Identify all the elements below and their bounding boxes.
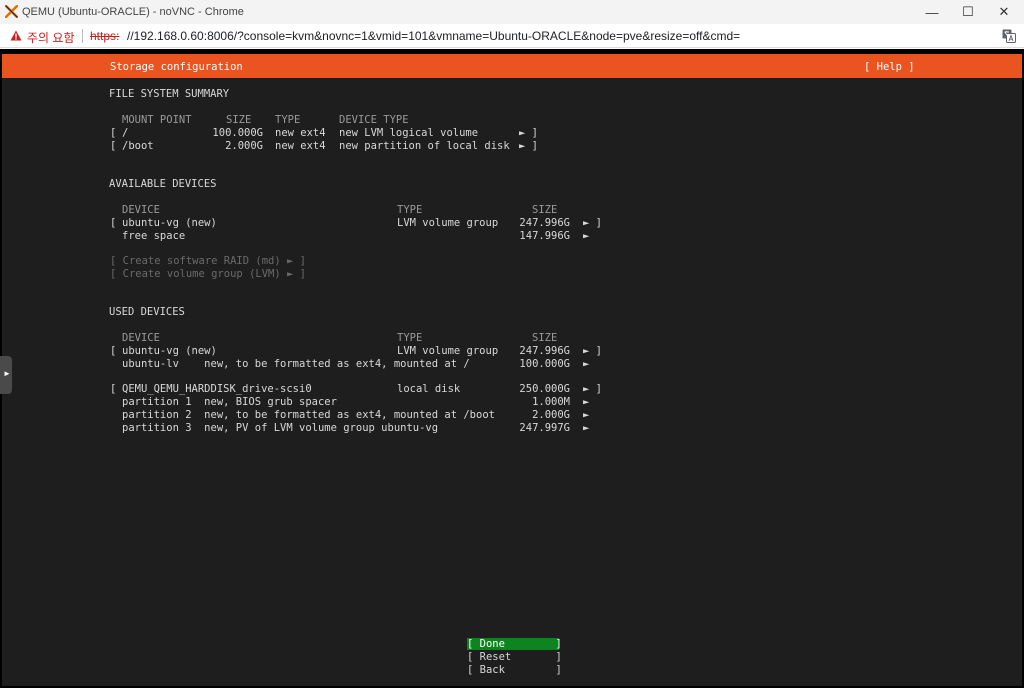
device-name: free space [122,230,186,242]
proxmox-logo-icon [5,5,18,18]
done-button[interactable]: [ Done ] [467,638,562,650]
row-arrow-icon[interactable]: ► ] [519,140,538,152]
close-button[interactable]: ✕ [986,0,1022,24]
row-arrow-icon[interactable]: ► ] [583,345,602,357]
size-value: 100.000G [519,358,570,370]
device-name: partition 2 new, to be formatted as ext4… [122,409,495,421]
device-type: new LVM logical volume [339,127,479,139]
minimize-button[interactable]: — [914,0,950,24]
page-title: Storage configuration [110,61,243,73]
device-type: LVM volume group [397,217,499,229]
not-secure-label[interactable]: 주의 요함 [27,29,75,46]
row-arrow-icon[interactable]: ► [583,358,589,370]
col-mount-point: MOUNT POINT [122,114,192,126]
row-bracket: [ [110,140,117,152]
reset-button[interactable]: [ Reset ] [467,651,562,663]
fs-summary-heading: FILE SYSTEM SUMMARY [109,88,230,100]
row-arrow-icon[interactable]: ► [583,409,589,421]
back-button[interactable]: [ Back ] [467,664,562,676]
warning-icon[interactable] [10,30,22,41]
row-bracket: [ [110,217,117,229]
col-device: DEVICE [122,204,160,216]
row-arrow-icon[interactable]: ► [583,422,589,434]
maximize-button[interactable]: ☐ [950,0,986,24]
row-bracket: [ [110,127,117,139]
translate-icon[interactable] [1002,29,1016,43]
vnc-console[interactable]: Storage configuration [ Help ] FILE SYST… [0,49,1024,688]
available-devices-heading: AVAILABLE DEVICES [109,178,217,190]
device-name: partition 1 new, BIOS grub spacer [122,396,337,408]
size-value: 1.000M [532,396,570,408]
size-value: 247.997G [519,422,570,434]
address-bar[interactable]: 주의 요함 https: //192.168.0.60:8006/?consol… [0,24,1024,48]
fs-type: new ext4 [275,140,326,152]
row-arrow-icon[interactable]: ► [583,396,589,408]
col-size: SIZE [532,332,558,344]
fs-type: new ext4 [275,127,326,139]
mount-point: /boot [122,140,154,152]
col-type: TYPE [275,114,301,126]
size-value: 2.000G [225,140,263,152]
row-arrow-icon[interactable]: ► ] [583,383,602,395]
window-title: QEMU (Ubuntu-ORACLE) - noVNC - Chrome [22,6,244,18]
help-button[interactable]: [ Help ] [864,61,915,73]
col-device: DEVICE [122,332,160,344]
size-value: 247.996G [519,217,570,229]
used-devices-heading: USED DEVICES [109,306,185,318]
size-value: 100.000G [212,127,263,139]
expand-arrow-icon: ► [3,369,11,378]
device-name: ubuntu-vg (new) [122,217,217,229]
row-bracket: [ [110,383,117,395]
device-name: QEMU_QEMU_HARDDISK_drive-scsi0 [122,383,312,395]
row-arrow-icon[interactable]: ► ] [583,217,602,229]
row-bracket: [ [110,345,117,357]
address-divider [82,29,83,43]
col-type: TYPE [397,332,423,344]
url-text[interactable]: //192.168.0.60:8006/?console=kvm&novnc=1… [127,29,740,43]
size-value: 147.996G [519,230,570,242]
create-raid-button[interactable]: [ Create software RAID (md) ► ] [110,255,306,267]
row-arrow-icon[interactable]: ► ] [519,127,538,139]
installer-header: Storage configuration [ Help ] [2,54,1022,78]
device-name: ubuntu-vg (new) [122,345,217,357]
size-value: 2.000G [532,409,570,421]
novnc-control-bar-handle[interactable]: ► [0,356,12,394]
size-value: 247.996G [519,345,570,357]
col-type: TYPE [397,204,423,216]
col-size: SIZE [226,114,252,126]
device-name: ubuntu-lv new, to be formatted as ext4, … [122,358,470,370]
mount-point: / [122,127,129,139]
device-type: LVM volume group [397,345,499,357]
installer-screen[interactable]: Storage configuration [ Help ] FILE SYST… [2,54,1022,686]
size-value: 250.000G [519,383,570,395]
row-arrow-icon[interactable]: ► [583,230,589,242]
url-scheme[interactable]: https: [90,29,119,43]
col-device-type: DEVICE TYPE [339,114,409,126]
device-name: partition 3 new, PV of LVM volume group … [122,422,439,434]
device-type: new partition of local disk [339,140,510,152]
col-size: SIZE [532,204,558,216]
create-volume-group-button[interactable]: [ Create volume group (LVM) ► ] [110,268,306,280]
window-titlebar: QEMU (Ubuntu-ORACLE) - noVNC - Chrome — … [0,0,1024,24]
device-type: local disk [397,383,461,395]
